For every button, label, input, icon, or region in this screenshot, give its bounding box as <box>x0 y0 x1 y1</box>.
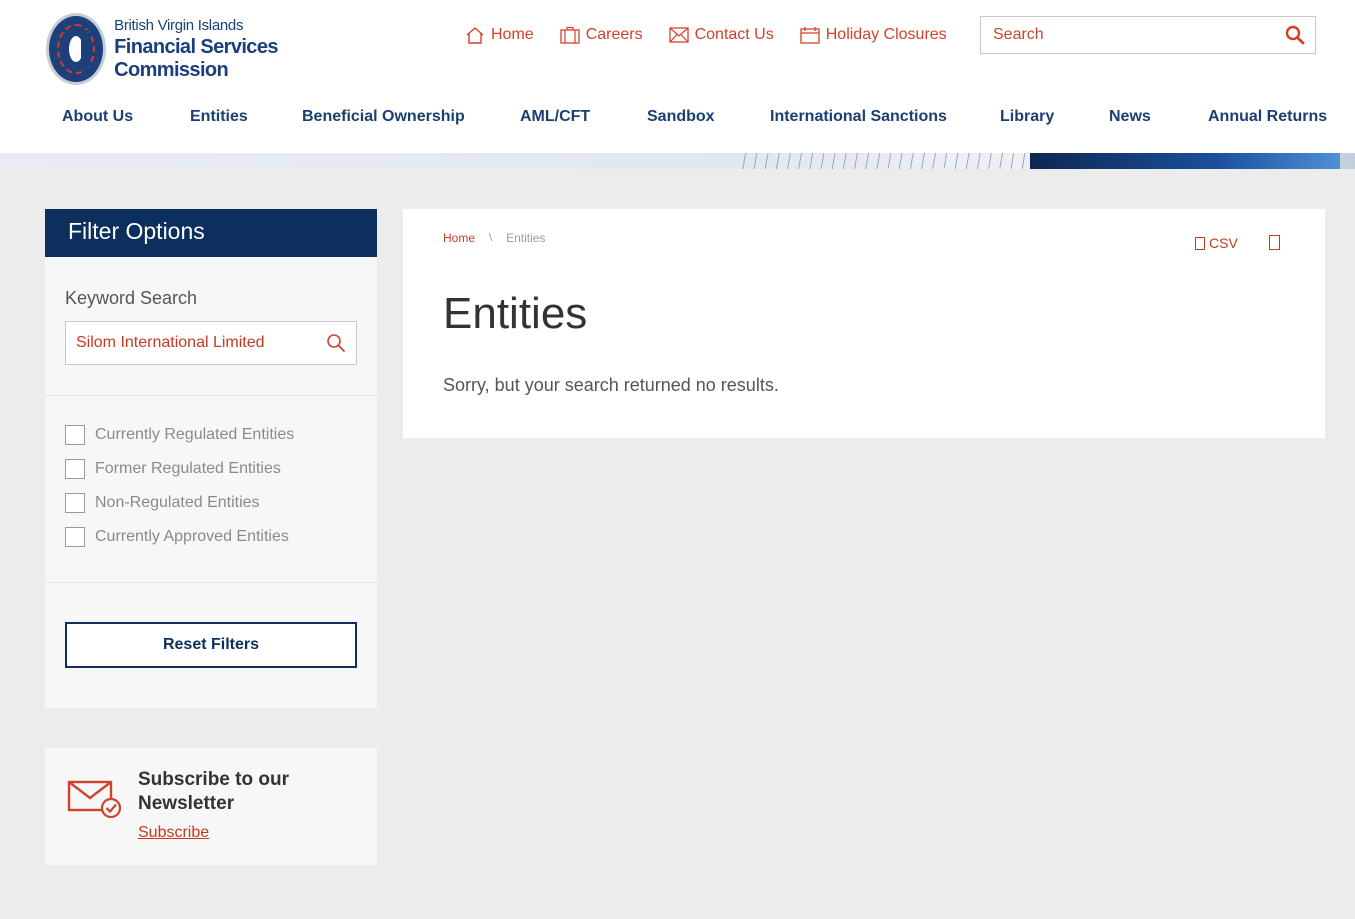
briefcase-icon <box>560 26 580 44</box>
checkbox[interactable] <box>65 459 85 479</box>
filter-panel-title: Filter Options <box>45 209 377 257</box>
search-icon[interactable] <box>1285 25 1305 45</box>
print-icon[interactable] <box>1269 235 1280 250</box>
top-link-home-label: Home <box>491 26 534 43</box>
nav-about-us[interactable]: About Us <box>62 108 190 126</box>
header-banner-image <box>0 153 1355 169</box>
home-icon <box>466 27 484 44</box>
top-link-contact-label: Contact Us <box>694 26 774 43</box>
calendar-icon <box>800 27 820 44</box>
filter-non-regulated[interactable]: Non-Regulated Entities <box>65 486 294 520</box>
newsletter-title: Subscribe to our Newsletter <box>138 769 289 814</box>
top-link-contact[interactable]: Contact Us <box>668 26 774 44</box>
divider <box>45 395 377 396</box>
page-title: Entities <box>443 289 588 338</box>
csv-label: CSV <box>1209 235 1238 251</box>
top-link-holiday-label: Holiday Closures <box>825 26 947 43</box>
filter-label: Former Regulated Entities <box>95 460 281 477</box>
breadcrumb-current: Entities <box>506 231 546 245</box>
filter-former-regulated[interactable]: Former Regulated Entities <box>65 452 294 486</box>
checkbox[interactable] <box>65 527 85 547</box>
breadcrumb-home[interactable]: Home <box>443 231 475 245</box>
no-results-message: Sorry, but your search returned no resul… <box>443 375 779 395</box>
entity-type-filters: Currently Regulated Entities Former Regu… <box>65 418 294 554</box>
newsletter-panel: Subscribe to our Newsletter Subscribe <box>45 748 377 865</box>
breadcrumb-separator: \ <box>489 232 493 244</box>
keyword-search-label: Keyword Search <box>65 288 198 308</box>
top-link-holiday-closures[interactable]: Holiday Closures <box>800 26 947 44</box>
logo-line-1: British Virgin Islands <box>114 16 244 34</box>
top-link-home[interactable]: Home <box>465 26 534 44</box>
csv-export-link[interactable]: CSV <box>1195 235 1238 251</box>
nav-entities[interactable]: Entities <box>190 108 302 126</box>
nav-beneficial-ownership[interactable]: Beneficial Ownership <box>302 108 520 126</box>
nav-library[interactable]: Library <box>1000 108 1109 126</box>
filter-label: Non-Regulated Entities <box>95 494 260 511</box>
keyword-search-field <box>65 321 357 365</box>
mail-check-icon <box>67 780 122 818</box>
fsc-seal-icon <box>46 13 107 85</box>
checkbox[interactable] <box>65 425 85 445</box>
top-link-careers-label: Careers <box>585 26 643 43</box>
filter-label: Currently Regulated Entities <box>95 426 295 443</box>
reset-filters-button[interactable]: Reset Filters <box>65 622 357 668</box>
nav-sandbox[interactable]: Sandbox <box>647 108 770 126</box>
breadcrumb: Home \ Entities <box>443 231 545 245</box>
site-header: British Virgin Islands Financial Service… <box>0 0 1355 153</box>
site-search <box>980 16 1316 54</box>
subscribe-link[interactable]: Subscribe <box>138 824 209 842</box>
filter-currently-approved[interactable]: Currently Approved Entities <box>65 520 294 554</box>
checkbox[interactable] <box>65 493 85 513</box>
nav-international-sanctions[interactable]: International Sanctions <box>770 108 1000 126</box>
logo-line-2: Financial Services Commission <box>114 35 278 81</box>
filter-currently-regulated[interactable]: Currently Regulated Entities <box>65 418 294 452</box>
filter-panel: Filter Options Keyword Search Currently … <box>45 209 377 708</box>
utility-links: Home Careers Contact Us Holiday Closures <box>465 26 947 44</box>
nav-annual-returns[interactable]: Annual Returns <box>1208 108 1327 126</box>
search-icon[interactable] <box>326 333 346 353</box>
nav-news[interactable]: News <box>1109 108 1208 126</box>
entities-content: Home \ Entities CSV Entities Sorry, but … <box>403 209 1325 438</box>
filter-label: Currently Approved Entities <box>95 528 289 545</box>
keyword-search-input[interactable] <box>76 334 326 352</box>
csv-icon <box>1195 236 1205 250</box>
logo-text: British Virgin Islands Financial Service… <box>114 17 346 82</box>
site-logo[interactable]: British Virgin Islands Financial Service… <box>46 12 346 86</box>
nav-aml-cft[interactable]: AML/CFT <box>520 108 647 126</box>
top-link-careers[interactable]: Careers <box>560 26 643 44</box>
site-search-input[interactable] <box>993 26 1285 44</box>
main-nav: About Us Entities Beneficial Ownership A… <box>62 108 1327 126</box>
envelope-icon <box>668 27 689 43</box>
divider <box>45 582 377 583</box>
